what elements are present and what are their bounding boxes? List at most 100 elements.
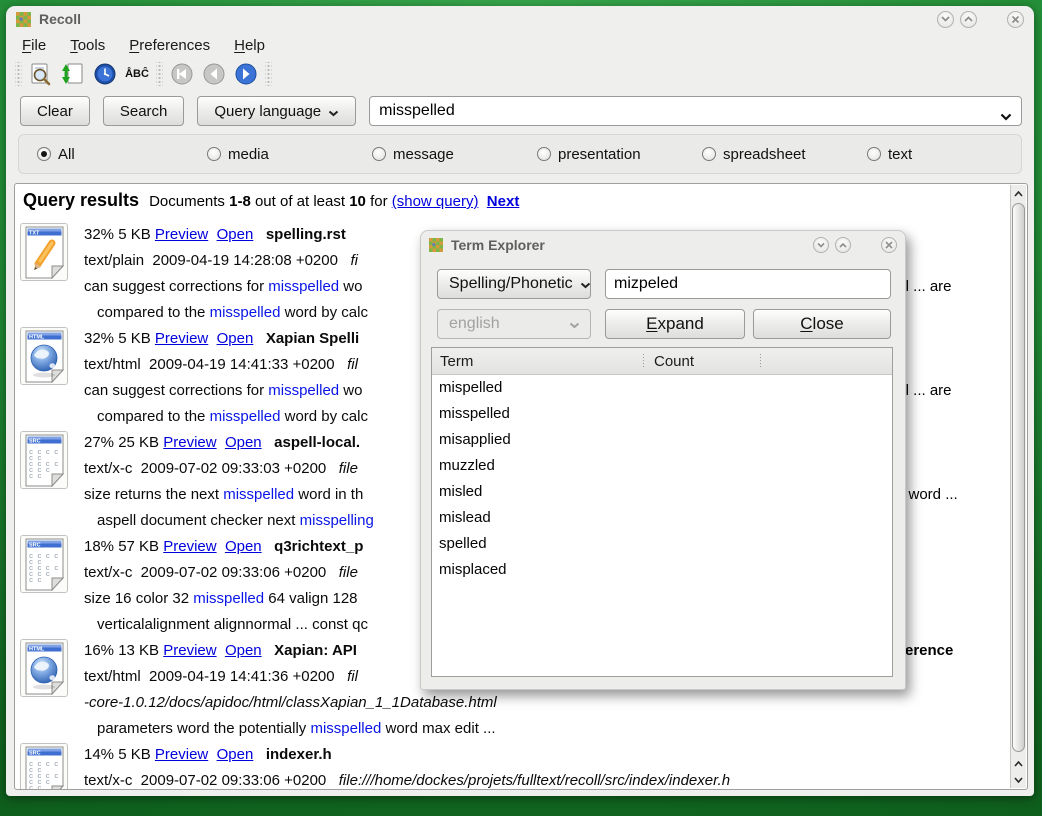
maximize-button[interactable] <box>960 11 977 28</box>
query-language-select[interactable]: Query language <box>197 96 356 126</box>
scroll-down-icon[interactable] <box>1011 772 1026 787</box>
next-page-icon[interactable] <box>232 61 260 87</box>
file-url: fil <box>347 668 358 685</box>
sort-by-date-icon[interactable] <box>91 61 119 87</box>
term-table-header[interactable]: Term Count <box>432 348 892 375</box>
dialog-titlebar[interactable]: Term Explorer <box>421 231 905 259</box>
preview-link[interactable]: Preview <box>163 642 216 659</box>
scroll-up-icon[interactable] <box>1011 186 1026 201</box>
snippet-text: verticalalignment alignnormal ... const … <box>97 616 368 633</box>
radio-circle[interactable] <box>207 147 221 161</box>
term-row[interactable]: mispelled <box>432 375 892 401</box>
expand-button[interactable]: Expand <box>605 309 745 339</box>
next-page-link[interactable]: Next <box>487 193 520 210</box>
preview-link[interactable]: Preview <box>155 226 208 243</box>
menu-item-file[interactable]: File <box>22 37 46 54</box>
filter-radio-message[interactable]: message <box>372 135 454 173</box>
menu-bar: File Tools Preferences Help <box>6 32 1034 58</box>
open-link[interactable]: Open <box>217 226 254 243</box>
update-index-icon[interactable] <box>59 61 87 87</box>
chevron-down-icon <box>569 316 580 334</box>
close-icon[interactable] <box>881 237 897 253</box>
term-row[interactable]: mislead <box>432 505 892 531</box>
radio-circle[interactable] <box>537 147 551 161</box>
snippet-text: aspell document checker next <box>97 512 300 529</box>
term-explorer-dialog: Term Explorer Spelling/Phonetic english … <box>420 230 906 690</box>
dialog-title: Term Explorer <box>451 237 807 253</box>
term-input[interactable] <box>606 270 890 298</box>
clear-button[interactable]: Clear <box>20 96 90 126</box>
result-snippet: size 16 color 32 misspelled 64 valign 12… <box>84 586 368 612</box>
toolbar-separator <box>15 62 22 86</box>
term-row[interactable]: misled <box>432 479 892 505</box>
open-link[interactable]: Open <box>225 434 262 451</box>
highlighted-term: misspelled <box>268 382 339 399</box>
chevron-down-icon <box>580 276 591 294</box>
radio-circle[interactable] <box>37 147 51 161</box>
scroll-up-icon[interactable] <box>1011 756 1026 771</box>
relevance-percent: 14% <box>84 746 118 763</box>
snippet-text: can suggest corrections for <box>84 382 268 399</box>
clear-search-icon[interactable] <box>27 61 55 87</box>
src-document-icon: SRCc c c c c cc c c cc c cc c <box>20 535 68 593</box>
html-document-icon: HTML <box>20 327 68 385</box>
preview-link[interactable]: Preview <box>163 538 216 555</box>
mime-and-date: text/x-c 2009-07-02 09:33:03 +0200 <box>84 460 339 477</box>
menu-item-preferences[interactable]: Preferences <box>129 37 210 54</box>
term-row[interactable]: misplaced <box>432 557 892 583</box>
open-link[interactable]: Open <box>225 538 262 555</box>
filter-radio-spreadsheet[interactable]: spreadsheet <box>702 135 806 173</box>
close-button[interactable]: Close <box>753 309 891 339</box>
filter-radio-all[interactable]: All <box>37 135 75 173</box>
minimize-button[interactable] <box>813 237 829 253</box>
preview-link[interactable]: Preview <box>163 434 216 451</box>
menu-item-help[interactable]: Help <box>234 37 265 54</box>
scrollbar-thumb[interactable] <box>1012 203 1025 752</box>
count-column-header[interactable]: Count <box>648 353 694 370</box>
filter-radio-media[interactable]: media <box>207 135 269 173</box>
open-link[interactable]: Open <box>217 746 254 763</box>
term-row[interactable]: misspelled <box>432 401 892 427</box>
relevance-percent: 32% <box>84 330 118 347</box>
filter-radio-presentation[interactable]: presentation <box>537 135 641 173</box>
search-query-combobox[interactable] <box>369 96 1022 126</box>
maximize-button[interactable] <box>835 237 851 253</box>
filter-label: presentation <box>558 146 641 163</box>
column-separator[interactable] <box>643 354 644 368</box>
term-row[interactable]: spelled <box>432 531 892 557</box>
result-title: Xapian: API <box>274 642 357 659</box>
vertical-scrollbar[interactable] <box>1010 185 1026 788</box>
close-button[interactable] <box>1007 11 1024 28</box>
snippet-text: word by calc <box>280 304 368 321</box>
search-input[interactable] <box>370 97 1021 125</box>
filter-label: text <box>888 146 912 163</box>
svg-text:HTML: HTML <box>29 647 45 653</box>
menu-item-tools[interactable]: Tools <box>70 37 105 54</box>
open-link[interactable]: Open <box>225 642 262 659</box>
term-input-box[interactable] <box>605 269 891 299</box>
first-page-icon[interactable] <box>168 61 196 87</box>
radio-circle[interactable] <box>372 147 386 161</box>
term-column-header[interactable]: Term <box>432 353 639 370</box>
radio-circle[interactable] <box>867 147 881 161</box>
chevron-down-icon[interactable] <box>1000 108 1012 126</box>
expansion-type-select[interactable]: Spelling/Phonetic <box>437 269 591 299</box>
previous-page-icon[interactable] <box>200 61 228 87</box>
preview-link[interactable]: Preview <box>155 746 208 763</box>
search-button[interactable]: Search <box>103 96 185 126</box>
minimize-button[interactable] <box>937 11 954 28</box>
window-title: Recoll <box>39 11 931 27</box>
preview-link[interactable]: Preview <box>155 330 208 347</box>
highlighted-term: misspelled <box>223 486 294 503</box>
titlebar[interactable]: Recoll <box>6 6 1034 32</box>
open-link[interactable]: Open <box>217 330 254 347</box>
snippet-text: word by calc <box>280 408 368 425</box>
show-query-link[interactable]: (show query) <box>392 193 479 210</box>
term-explorer-abc-icon[interactable]: ÅBĈ <box>123 61 151 87</box>
radio-circle[interactable] <box>702 147 716 161</box>
term-row[interactable]: misapplied <box>432 427 892 453</box>
term-row[interactable]: muzzled <box>432 453 892 479</box>
filter-radio-text[interactable]: text <box>867 135 912 173</box>
column-separator[interactable] <box>760 354 761 368</box>
result-text: 32% 5 KB Preview Open spelling.rsttext/p… <box>84 222 368 326</box>
